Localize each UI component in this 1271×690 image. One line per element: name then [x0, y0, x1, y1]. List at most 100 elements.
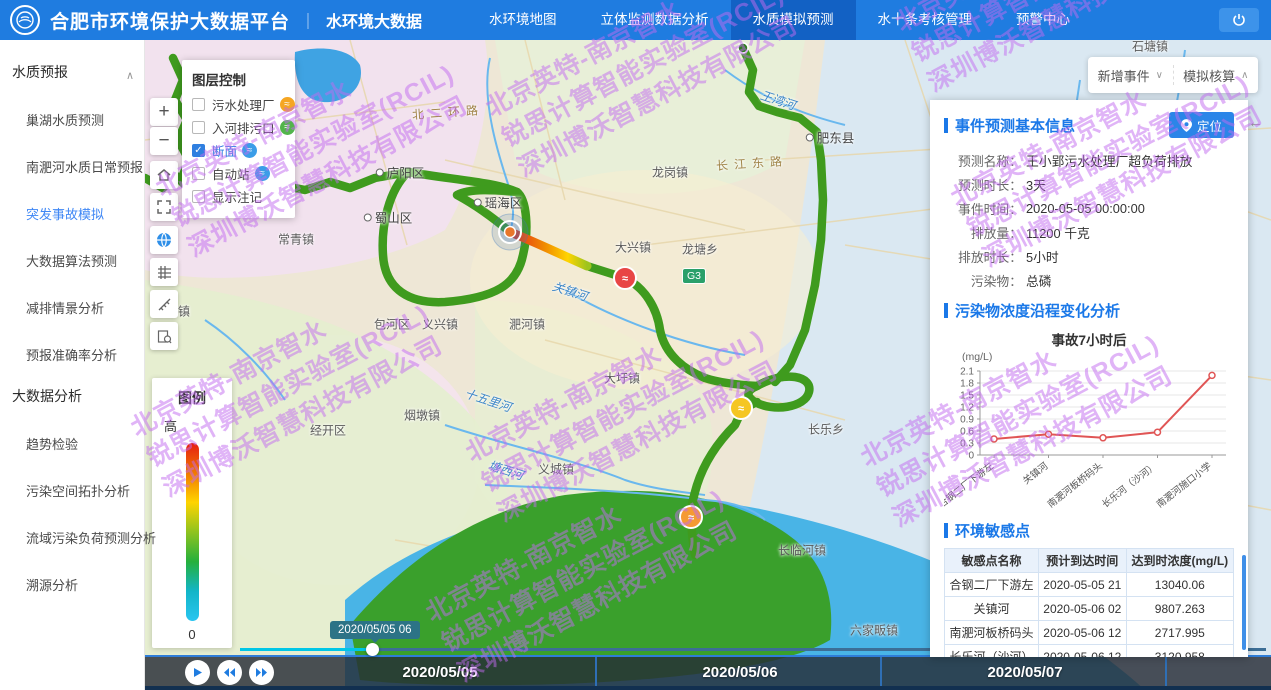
svg-text:2.1: 2.1	[960, 367, 974, 378]
sidebar-group-label[interactable]: 大数据分析	[0, 364, 144, 406]
top-navigation-bar: 合肥市环境保护大数据平台 ｜ 水环境大数据 水环境地图立体监测数据分析水质模拟预…	[0, 0, 1271, 40]
event-field-row: 预测时长：3天	[944, 172, 1234, 196]
map-label-town: 义城镇	[538, 461, 574, 478]
layer-row[interactable]: 入河排污口≈	[192, 116, 285, 139]
panel-scrollbar[interactable]	[1242, 555, 1246, 650]
nav-tab-2[interactable]: 立体监测数据分析	[579, 0, 731, 40]
sidebar-group-label[interactable]: 水质预报∧	[0, 40, 144, 82]
layer-row[interactable]: 污水处理厂≈	[192, 93, 285, 116]
svg-text:合钢二厂下游左: 合钢二厂下游左	[944, 460, 996, 511]
layer-control-panel: 图层控制 污水处理厂≈入河排污口≈✓断面≈自动站≈ 显示注记	[182, 60, 295, 218]
table-header-cell: 预计到达时间	[1038, 549, 1126, 573]
query-tool-button[interactable]	[150, 322, 178, 350]
legend-title: 图例	[152, 388, 232, 408]
fast-forward-button[interactable]	[249, 660, 274, 685]
simulate-label: 模拟核算	[1183, 66, 1235, 85]
sewage-plant-icon: ≈	[280, 97, 295, 112]
map-label-town: 六家畈镇	[850, 622, 898, 639]
layer-checkbox[interactable]	[192, 121, 205, 134]
app-logo	[10, 5, 40, 35]
nav-tab-1[interactable]: 水环境地图	[467, 0, 579, 40]
svg-text:≈: ≈	[688, 512, 694, 524]
sidebar-item[interactable]: 突发事故模拟	[0, 204, 144, 223]
table-cell: 2020-05-06 12	[1038, 621, 1126, 645]
svg-text:南淝河施口小学: 南淝河施口小学	[1154, 460, 1214, 510]
grid-icon	[157, 265, 172, 280]
layer-checkbox[interactable]: ✓	[192, 144, 205, 157]
grid-tool-button[interactable]	[150, 258, 178, 286]
sidebar-item[interactable]: 溯源分析	[0, 575, 144, 594]
logout-button[interactable]	[1219, 8, 1259, 32]
fullscreen-button[interactable]	[150, 193, 178, 221]
measure-icon	[157, 297, 172, 312]
timeline-date-label: 2020/05/07	[987, 664, 1062, 681]
event-field-row: 排放量：11200 千克	[944, 220, 1234, 244]
timeline-date-label: 2020/05/05	[402, 664, 477, 681]
layer-row[interactable]: ✓断面≈	[192, 139, 285, 162]
map-label-town: 长临河镇	[778, 542, 826, 559]
event-field-row: 排放时长：5小时	[944, 244, 1234, 268]
rewind-icon	[223, 667, 236, 678]
sidebar-item[interactable]: 南淝河水质日常预报	[0, 157, 144, 176]
svg-text:0: 0	[968, 451, 974, 462]
table-cell: 关镇河	[945, 597, 1039, 621]
home-extent-button[interactable]	[150, 161, 178, 189]
layer-row[interactable]: 显示注记	[192, 185, 285, 208]
playback-controls	[185, 660, 274, 685]
zoom-in-button[interactable]: +	[150, 98, 178, 126]
svg-text:1.5: 1.5	[960, 391, 974, 402]
power-icon	[1232, 13, 1246, 27]
nav-tab-3[interactable]: 水质模拟预测	[731, 0, 856, 40]
event-info-title: 事件预测基本信息	[955, 115, 1075, 136]
layer-panel-title: 图层控制	[192, 69, 285, 89]
table-cell: 长乐河（沙河）	[945, 645, 1039, 658]
table-row[interactable]: 南淝河板桥码头2020-05-06 122717.995	[945, 621, 1234, 645]
layer-checkbox[interactable]	[192, 167, 205, 180]
layer-row[interactable]: 自动站≈	[192, 162, 285, 185]
table-cell: 2717.995	[1126, 621, 1233, 645]
layer-checkbox[interactable]	[192, 98, 205, 111]
sensitive-points-title: 环境敏感点	[955, 520, 1030, 541]
map-label-town: 常青镇	[278, 231, 314, 248]
event-field-row: 预测名称：王小郢污水处理厂超负荷排放	[944, 148, 1234, 172]
nav-tab-4[interactable]: 水十条考核管理	[856, 0, 995, 40]
timeline-slider-handle[interactable]	[366, 643, 379, 656]
chart-title: 事故7小时后	[944, 329, 1234, 349]
sidebar-item[interactable]: 流域污染负荷预测分析	[0, 528, 144, 547]
table-row[interactable]: 关镇河2020-05-06 029807.263	[945, 597, 1234, 621]
sidebar-item[interactable]: 预报准确率分析	[0, 345, 144, 364]
timeline-tick	[1165, 657, 1167, 688]
panel-collapse-arrow[interactable]: ←	[1248, 114, 1263, 131]
simulate-button[interactable]: 模拟核算 ∧	[1174, 66, 1259, 85]
map-label-town: 烟墩镇	[404, 407, 440, 424]
map-label-town: 大圩镇	[604, 370, 640, 387]
basemap-button[interactable]	[150, 226, 178, 254]
map-label-district: 瑶海区	[474, 193, 523, 212]
sidebar-item[interactable]: 大数据算法预测	[0, 251, 144, 270]
table-row[interactable]: 合钢二厂下游左2020-05-05 2113040.06	[945, 573, 1234, 597]
zoom-out-button[interactable]: −	[150, 127, 178, 155]
sidebar-item[interactable]: 污染空间拓扑分析	[0, 481, 144, 500]
event-fields: 预测名称：王小郢污水处理厂超负荷排放预测时长：3天事件时间：2020-05-05…	[944, 148, 1234, 292]
location-pin-icon	[1181, 119, 1192, 132]
table-row[interactable]: 长乐河（沙河）2020-05-06 123120.958	[945, 645, 1234, 658]
sidebar-item[interactable]: 趋势检验	[0, 434, 144, 453]
nav-tab-5[interactable]: 预警中心	[994, 0, 1092, 40]
play-button[interactable]	[185, 660, 210, 685]
map-label-town: 包河区	[374, 316, 410, 333]
sidebar-item[interactable]: 减排情景分析	[0, 298, 144, 317]
locate-button[interactable]: 定位	[1169, 112, 1234, 138]
sidebar-item[interactable]: 巢湖水质预测	[0, 110, 144, 129]
layer-label: 显示注记	[212, 187, 262, 206]
svg-text:关镇河: 关镇河	[1020, 460, 1050, 487]
measure-tool-button[interactable]	[150, 290, 178, 318]
rewind-button[interactable]	[217, 660, 242, 685]
table-header-cell: 达到时浓度(mg/L)	[1126, 549, 1233, 573]
svg-text:0.3: 0.3	[960, 439, 974, 450]
table-header-cell: 敏感点名称	[945, 549, 1039, 573]
chart-y-axis-label: (mg/L)	[962, 351, 1234, 363]
timeline-bar: 2020/05/052020/05/062020/05/07	[145, 655, 1271, 686]
svg-text:长乐河（沙河）: 长乐河（沙河）	[1100, 460, 1160, 510]
add-event-button[interactable]: 新增事件 ∨	[1088, 66, 1173, 85]
layer-checkbox[interactable]	[192, 190, 205, 203]
